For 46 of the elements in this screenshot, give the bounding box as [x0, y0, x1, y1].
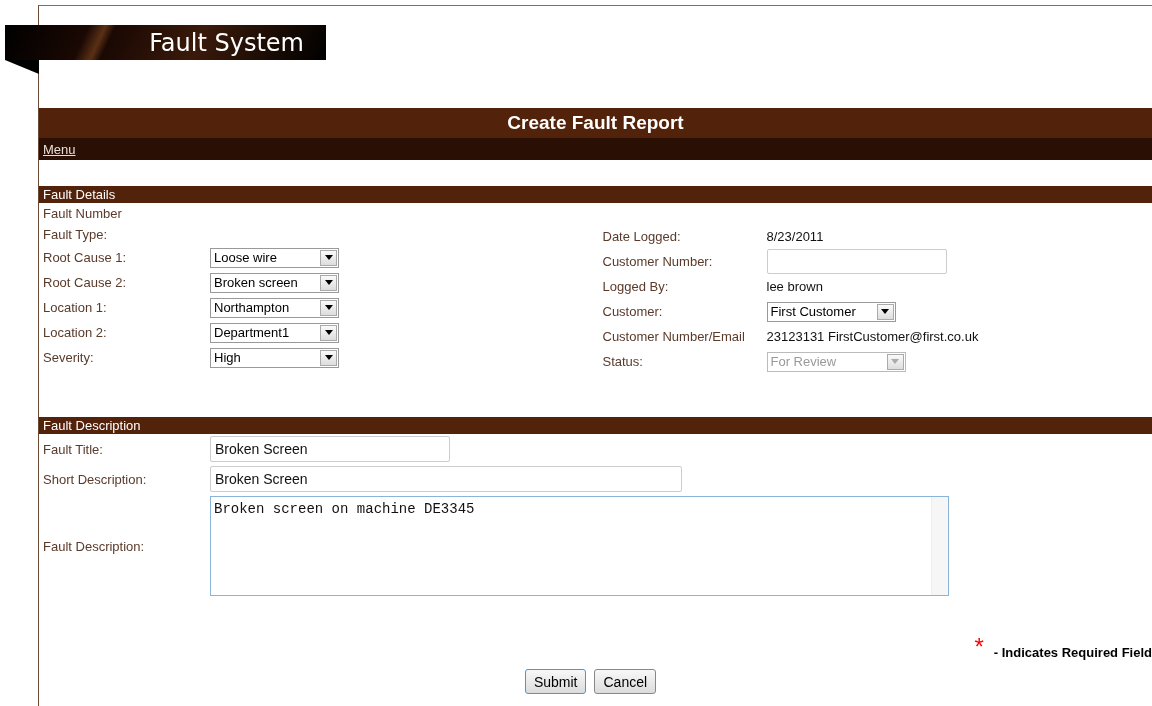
caret-icon	[324, 280, 333, 285]
field-label: Customer Number/Email	[601, 329, 746, 344]
field-label: Status:	[601, 354, 644, 369]
caret-icon	[891, 359, 899, 364]
text-field[interactable]: Broken Screen	[210, 436, 450, 462]
field-label: Logged By:	[601, 279, 670, 294]
field-label: Fault Number	[42, 206, 123, 221]
dropdown[interactable]: First Customer	[766, 301, 896, 322]
text-area[interactable]: Broken screen on machine DE3345	[210, 496, 949, 596]
field-label: Severity:	[42, 350, 95, 365]
field-label: Customer Number:	[601, 254, 714, 269]
field-label: Short Description:	[42, 471, 148, 487]
field-value: 8/23/2011	[766, 229, 824, 244]
section-header: Fault Description	[39, 417, 1152, 434]
required-asterisk: *	[974, 633, 984, 661]
form-button[interactable]: Cancel	[594, 669, 657, 694]
field-label: Fault Description:	[42, 538, 146, 554]
form-button[interactable]: Submit	[524, 669, 587, 694]
field-label: Date Logged:	[601, 229, 682, 244]
menu-link[interactable]: Menu	[43, 141, 76, 157]
caret-icon	[324, 330, 333, 335]
caret-icon	[324, 355, 333, 360]
dropdown[interactable]: High	[210, 347, 339, 368]
dropdown[interactable]: Department1	[210, 322, 339, 343]
caret-icon	[324, 305, 333, 310]
section-header: Fault Details	[39, 186, 1152, 203]
dropdown[interactable]: Loose wire	[210, 247, 339, 268]
caret-icon	[324, 255, 333, 260]
field-value: 23123131 FirstCustomer@first.co.uk	[766, 329, 979, 344]
logo-title: Fault System	[149, 28, 304, 57]
dropdown[interactable]: Broken screen	[210, 272, 339, 293]
input-field[interactable]	[766, 249, 947, 274]
field-label: Fault Title:	[42, 441, 104, 457]
text-field[interactable]: Broken Screen	[210, 466, 682, 492]
field-label: Root Cause 1:	[42, 250, 128, 265]
page-title: Create Fault Report	[507, 112, 684, 134]
dropdown[interactable]: Northampton	[210, 297, 339, 318]
field-label: Root Cause 2:	[42, 275, 128, 290]
caret-icon	[881, 309, 889, 314]
banner-fold-icon	[5, 60, 39, 74]
field-label: Customer:	[601, 304, 664, 319]
field-label: Location 1:	[42, 300, 108, 315]
field-label: Location 2:	[42, 325, 108, 340]
required-note: - Indicates Required Field	[993, 645, 1152, 660]
field-label: Fault Type:	[42, 227, 109, 242]
field-value: lee brown	[766, 279, 823, 294]
